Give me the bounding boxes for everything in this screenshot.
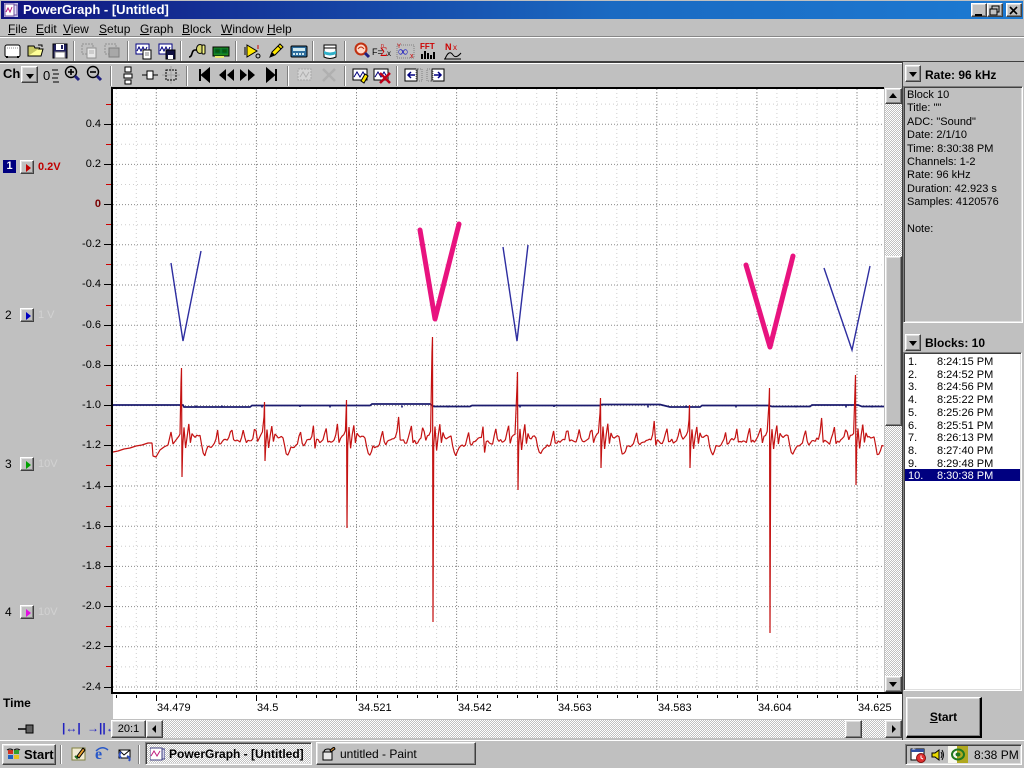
svg-text:30: 30 — [912, 747, 916, 751]
